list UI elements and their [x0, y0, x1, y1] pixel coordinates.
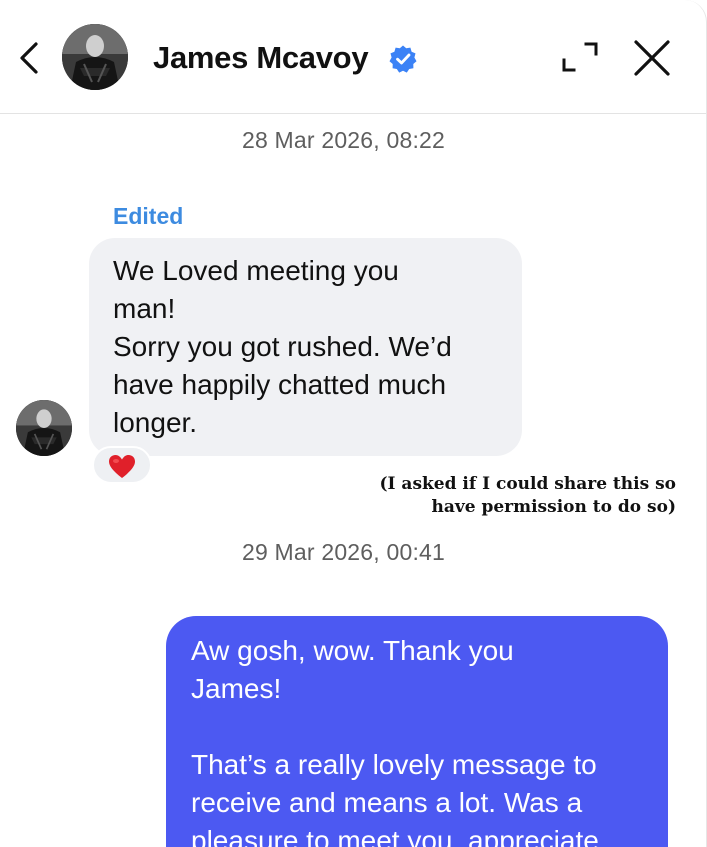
- sender-avatar[interactable]: [16, 400, 72, 456]
- back-button[interactable]: [14, 38, 46, 78]
- close-icon: [634, 40, 670, 76]
- message-line: That’s a really lovely message to: [191, 749, 597, 780]
- chevron-left-icon: [20, 42, 38, 74]
- message-line: Aw gosh, wow. Thank you: [191, 635, 514, 666]
- incoming-message-bubble[interactable]: We Loved meeting you man! Sorry you got …: [89, 238, 522, 456]
- contact-name[interactable]: James Mcavoy: [153, 40, 369, 76]
- close-button[interactable]: [632, 38, 672, 78]
- outgoing-message-bubble[interactable]: Aw gosh, wow. Thank you James! That’s a …: [166, 616, 668, 847]
- message-line: longer.: [113, 407, 198, 438]
- message-line: James!: [191, 673, 282, 704]
- screenshot-caption: (I asked if I could share this so have p…: [380, 473, 676, 519]
- avatar-photo: [16, 400, 72, 456]
- avatar-photo: [62, 24, 128, 90]
- message-line: We Loved meeting you: [113, 255, 399, 286]
- message-line: man!: [113, 293, 176, 324]
- verified-badge-icon: [388, 44, 418, 74]
- expand-icon: [562, 42, 598, 72]
- contact-avatar[interactable]: [62, 24, 128, 90]
- message-timestamp: 28 Mar 2026, 08:22: [241, 127, 446, 153]
- message-line: [191, 708, 643, 746]
- heart-reaction[interactable]: [92, 446, 152, 484]
- chat-window: James Mcavoy 28 Mar 2026, 08:22 Edited W…: [0, 0, 707, 847]
- chat-header: James Mcavoy: [0, 0, 706, 114]
- message-line: Sorry you got rushed. We’d: [113, 331, 452, 362]
- caption-line: (I asked if I could share this so: [379, 474, 676, 494]
- edited-label: Edited: [113, 203, 184, 229]
- heart-icon: [109, 455, 135, 478]
- message-line: have happily chatted much: [113, 369, 447, 400]
- message-line: pleasure to meet you, appreciate: [191, 825, 599, 847]
- expand-button[interactable]: [560, 40, 600, 76]
- message-line: receive and means a lot. Was a: [191, 787, 583, 818]
- message-timestamp: 29 Mar 2026, 00:41: [241, 539, 446, 565]
- caption-line: have permission to do so): [431, 497, 676, 517]
